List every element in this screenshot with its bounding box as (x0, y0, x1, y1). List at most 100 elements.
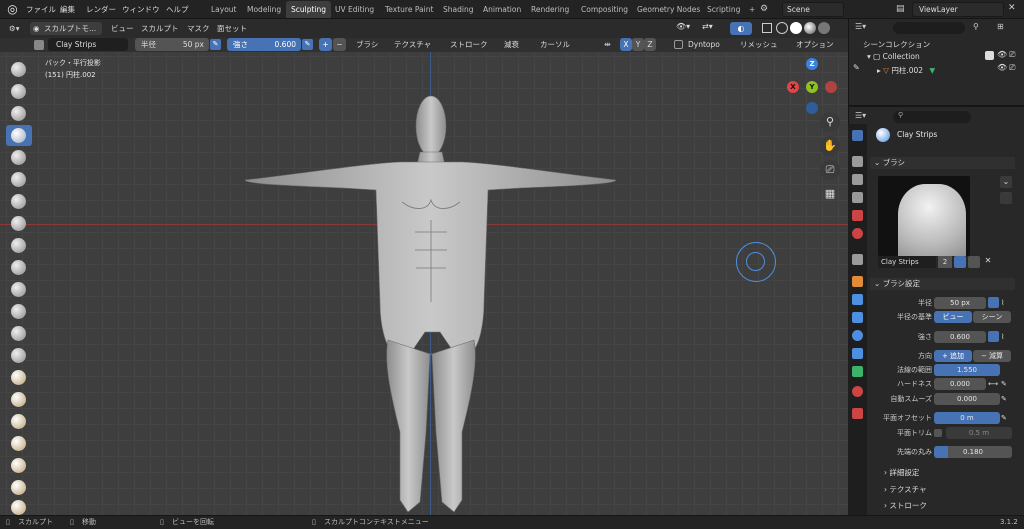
particles-tab-icon[interactable] (852, 312, 863, 323)
blob-brush-tool[interactable] (6, 213, 32, 234)
plane-trim-checkbox[interactable] (934, 429, 942, 437)
object-camera-icon[interactable]: ⎚ (1009, 63, 1015, 73)
plane-trim-field[interactable]: 0.5 m (946, 427, 1012, 439)
scene-selector[interactable]: Scene (782, 2, 844, 17)
menu-mask[interactable]: マスク (184, 21, 213, 36)
properties-editor-icon[interactable]: ☰▾ (855, 111, 879, 123)
navigation-gizmo[interactable]: Z X Y (782, 58, 842, 118)
scene-tab-icon[interactable] (852, 210, 863, 221)
outliner-editor-icon[interactable]: ☰▾ (855, 22, 879, 34)
autosmooth-pressure-icon[interactable]: ✎ (1001, 393, 1012, 404)
mirror-x-toggle[interactable]: X (620, 38, 632, 51)
elastic-deform-brush-tool[interactable] (6, 411, 32, 432)
texture-tab-icon[interactable] (852, 408, 863, 419)
brush-image-icon[interactable] (1000, 192, 1012, 204)
tab-texture-paint[interactable]: Texture Paint (380, 1, 438, 18)
draw-sharp-brush-tool[interactable] (6, 81, 32, 102)
gizmo-x-axis[interactable] (825, 81, 837, 93)
menu-view[interactable]: ビュー (108, 21, 137, 36)
stroke-dropdown[interactable]: ストローク (446, 38, 492, 51)
dyntopo-label[interactable]: Dyntopo (684, 38, 728, 51)
tip-roundness-field[interactable]: 0.180 (934, 446, 1012, 458)
direction-add-button[interactable]: + (319, 38, 332, 51)
radius-field[interactable]: 半径 50 px (135, 38, 209, 51)
expand-chevron-icon[interactable]: ▾ (867, 52, 871, 61)
gizmo-z-axis[interactable]: Z (806, 58, 818, 70)
tab-modeling[interactable]: Modeling (242, 1, 286, 18)
tab-geometry-nodes[interactable]: Geometry Nodes (632, 1, 705, 18)
autosmooth-field[interactable]: 0.000 (934, 393, 1000, 405)
advanced-panel-header[interactable]: › 詳細設定 (884, 467, 919, 479)
constraints-tab-icon[interactable] (852, 348, 863, 359)
tab-uv-editing[interactable]: UV Editing (330, 1, 379, 18)
hardness-field[interactable]: 0.000 (934, 378, 986, 390)
object-edit-icon[interactable]: ✎ (853, 63, 860, 72)
menu-edit[interactable]: 編集 (56, 2, 79, 17)
tab-sculpting[interactable]: Sculpting (286, 1, 332, 18)
menu-face-sets[interactable]: 面セット (214, 21, 250, 36)
brush-users-count[interactable]: 2 (938, 256, 952, 268)
normal-radius-field[interactable]: 1.550 (934, 364, 1000, 376)
brush-name-field[interactable]: Clay Strips (878, 256, 936, 268)
cursor-dropdown[interactable]: カーソル (536, 38, 576, 51)
direction-subtract-button[interactable]: − 減算 (973, 350, 1011, 362)
flatten-brush-tool[interactable] (6, 279, 32, 300)
rendered-shading-icon[interactable] (818, 22, 830, 34)
tab-scripting[interactable]: Scripting (702, 1, 745, 18)
material-shading-icon[interactable] (804, 22, 816, 34)
tab-layout[interactable]: Layout (206, 1, 242, 18)
direction-subtract-button[interactable]: − (333, 38, 346, 51)
direction-add-button[interactable]: + 追加 (934, 350, 972, 362)
layer-brush-tool[interactable] (6, 169, 32, 190)
snake-hook-brush-tool[interactable] (6, 433, 32, 454)
solid-shading-icon[interactable] (790, 22, 802, 34)
data-tab-icon[interactable] (852, 366, 863, 377)
blender-logo-icon[interactable]: ◎ (5, 2, 20, 17)
smooth-brush-tool[interactable] (6, 257, 32, 278)
object-visibility-icon[interactable]: 👁 (997, 63, 1007, 72)
strength-curve-icon[interactable]: ⌇ (1001, 331, 1012, 342)
crease-brush-tool[interactable] (6, 235, 32, 256)
scene-collection-label[interactable]: シーンコレクション (863, 39, 930, 50)
add-workspace-button[interactable]: + (744, 1, 760, 18)
view-layer-selector[interactable]: ViewLayer (912, 2, 1004, 17)
xray-icon[interactable] (762, 23, 772, 33)
brush-settings-header[interactable]: ⌄ ブラシ設定 (870, 278, 1015, 290)
mode-selector[interactable]: ◉ スカルプトモ... (30, 22, 102, 35)
thumb-brush-tool[interactable] (6, 455, 32, 476)
gizmo-neg-z-axis[interactable] (806, 102, 818, 114)
collection-tab-icon[interactable] (852, 254, 863, 265)
zoom-icon[interactable]: ⚲ (820, 112, 840, 132)
brush-preview-dropdown-icon[interactable]: ⌄ (1000, 176, 1012, 188)
collection-checkbox[interactable] (985, 51, 994, 60)
brush-icon[interactable] (34, 40, 44, 50)
object-row[interactable]: ▸ ▽ 円柱.002 ▼ (877, 65, 935, 76)
pan-hand-icon[interactable]: ✋ (820, 136, 840, 156)
pinch-brush-tool[interactable] (6, 367, 32, 388)
wireframe-shading-icon[interactable] (776, 22, 788, 34)
3d-viewport[interactable]: バック・平行投影 (151) 円柱.002 Z X Y ⚲ ✋ ⎚ ▦ (0, 52, 848, 515)
render-tab-icon[interactable] (852, 156, 863, 167)
menu-help[interactable]: ヘルプ (162, 2, 193, 17)
output-tab-icon[interactable] (852, 174, 863, 185)
brush-dropdown[interactable]: ブラシ (352, 38, 386, 51)
gizmo-y-axis[interactable]: Y (806, 81, 818, 93)
world-tab-icon[interactable] (852, 228, 863, 239)
fake-user-shield-icon[interactable] (954, 256, 966, 268)
stroke-panel-header[interactable]: › ストローク (884, 500, 927, 512)
expand-chevron-icon[interactable]: ▸ (877, 66, 881, 75)
close-view-layer-icon[interactable]: ✕ (1008, 3, 1020, 15)
menu-sculpt[interactable]: スカルプト (138, 21, 182, 36)
pose-brush-tool[interactable] (6, 477, 32, 498)
object-tab-icon[interactable] (852, 276, 863, 287)
menu-window[interactable]: ウィンドウ (118, 2, 164, 17)
tab-animation[interactable]: Animation (478, 1, 526, 18)
properties-search-input[interactable]: ⚲ (893, 111, 971, 123)
unlink-brush-icon[interactable]: ✕ (982, 256, 994, 268)
options-dropdown[interactable]: オプション (792, 38, 842, 51)
multiplane-scrape-brush-tool[interactable] (6, 345, 32, 366)
collection-camera-icon[interactable]: ⎚ (1009, 50, 1015, 60)
menu-render[interactable]: レンダー (82, 2, 120, 17)
brush-name-field[interactable]: Clay Strips (48, 38, 128, 51)
brush-panel-header[interactable]: ⌄ ブラシ (870, 157, 1015, 169)
